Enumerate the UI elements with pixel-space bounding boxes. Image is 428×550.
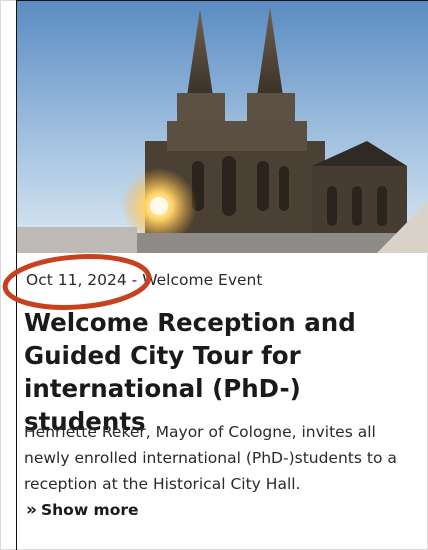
- meta-separator: -: [126, 271, 143, 289]
- article-meta: Oct 11, 2024 - Welcome Event: [26, 271, 262, 289]
- article-category: Welcome Event: [142, 271, 263, 289]
- cathedral-image[interactable]: [17, 1, 428, 253]
- article-date: Oct 11, 2024: [26, 271, 127, 289]
- double-chevron-right-icon: »: [26, 500, 37, 520]
- show-more-link[interactable]: » Show more: [26, 500, 139, 520]
- article-description: Henriette Reker, Mayor of Cologne, invit…: [24, 423, 397, 493]
- show-more-label: Show more: [40, 501, 139, 519]
